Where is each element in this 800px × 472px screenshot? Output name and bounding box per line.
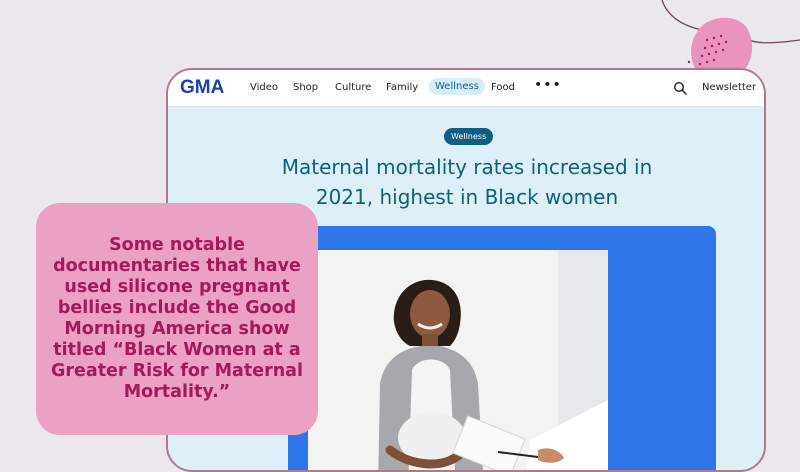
newsletter-link[interactable]: Newsletter (702, 82, 756, 93)
article-hero-photo (308, 250, 608, 470)
nav-item-wellness[interactable]: Wellness (429, 78, 485, 95)
squiggle-line-decoration (661, 0, 800, 44)
nav-item-culture[interactable]: Culture (335, 82, 371, 93)
more-dots-icon[interactable]: ••• (534, 77, 562, 93)
caption-box: Some notable documentaries that have use… (36, 203, 318, 435)
site-nav-bar: GMA Video Shop Culture Family Wellness F… (168, 70, 764, 107)
nav-item-family[interactable]: Family (386, 82, 418, 93)
nav-item-food[interactable]: Food (491, 82, 515, 93)
category-badge[interactable]: Wellness (444, 128, 494, 145)
headline-line-2: 2021, highest in Black women (315, 185, 619, 209)
dot-pattern-decoration (684, 34, 728, 72)
gma-logo[interactable]: GMA (180, 77, 224, 99)
article-hero-image-frame (288, 226, 716, 470)
search-icon[interactable] (673, 81, 687, 95)
nav-item-shop[interactable]: Shop (293, 82, 318, 93)
caption-text: Some notable documentaries that have use… (51, 235, 303, 402)
article-headline: Maternal mortality rates increased in 20… (252, 152, 682, 212)
pregnant-woman-photo-illustration (308, 250, 608, 470)
nav-item-video[interactable]: Video (250, 82, 278, 93)
headline-line-1: Maternal mortality rates increased in (281, 155, 653, 179)
